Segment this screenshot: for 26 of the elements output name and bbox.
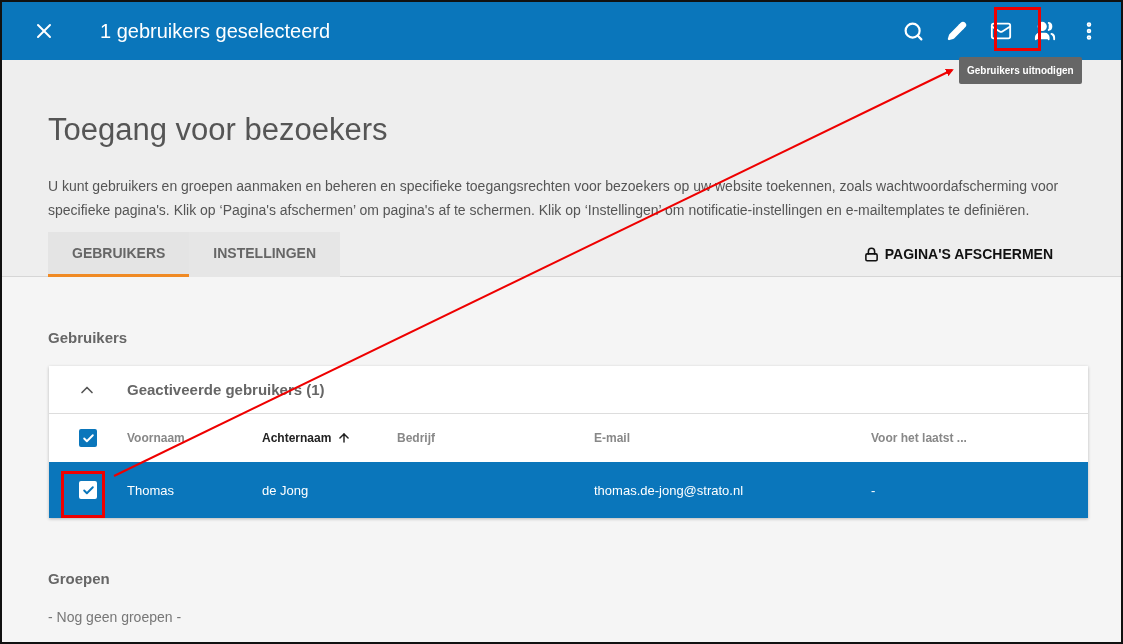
table-cell-text: - (871, 482, 877, 498)
check-icon (81, 431, 95, 445)
tooltip: Gebruikers uitnodigen (959, 57, 1082, 84)
table-cell-text: Thomas (127, 482, 175, 498)
select-all-checkbox[interactable] (79, 429, 97, 447)
highlight-frame (994, 7, 1041, 51)
lock-icon (863, 246, 879, 262)
section-title: Gebruikers (48, 329, 129, 346)
highlight-frame (61, 471, 105, 518)
tab[interactable]: GEBRUIKERS (48, 232, 190, 277)
empty-groups-text: - Nog geen groepen - (48, 609, 183, 625)
section-title: Groepen (48, 570, 111, 587)
table-cell-text: de Jong (262, 482, 310, 498)
column-header[interactable]: Achternaam (262, 431, 397, 445)
check-icon (81, 483, 95, 497)
column-header[interactable]: Bedrijf (397, 431, 594, 445)
row-checkbox[interactable] (79, 481, 97, 499)
column-header[interactable]: Voornaam (127, 431, 262, 445)
column-header[interactable]: Voor het laatst ... (871, 431, 1088, 445)
page-title: Toegang voor bezoekers (48, 112, 389, 148)
selection-title: 1 gebruikers geselecteerd (100, 19, 332, 43)
table-cell-text: thomas.de-jong@strato.nl (594, 482, 745, 498)
table-row[interactable]: Thomas de Jong thomas.de-jong@strato.nl - (49, 462, 1088, 518)
protect-pages-button[interactable]: PAGINA'S AFSCHERMEN (841, 238, 1075, 270)
column-header[interactable]: E-mail (594, 431, 871, 445)
tab[interactable]: INSTELLINGEN (189, 232, 341, 277)
